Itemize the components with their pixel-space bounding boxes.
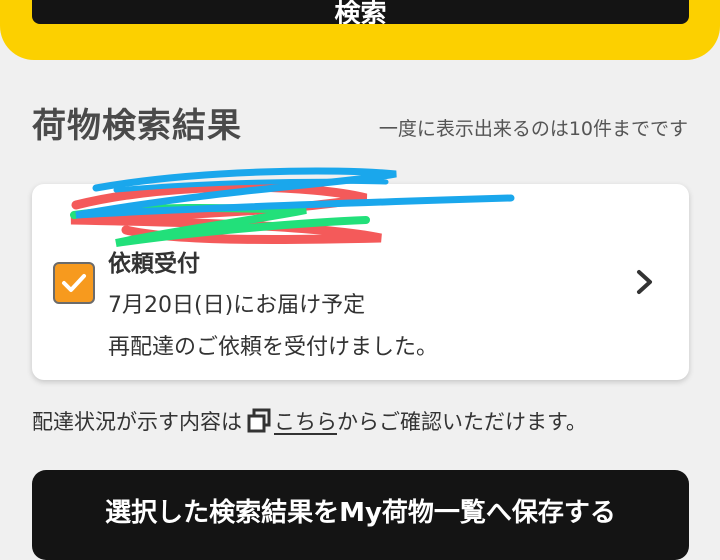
check-icon [62,274,86,292]
status-info-line: 配達状況が示す内容は こちら からご確認いただけます。 [32,406,587,436]
search-button[interactable]: 検索 [32,0,689,24]
chevron-right-icon[interactable] [634,268,656,296]
result-message: 再配達のご依頼を受付けました。 [108,335,439,360]
redaction-scribble [70,167,515,247]
save-to-my-parcels-button[interactable]: 選択した検索結果をMy荷物一覧へ保存する [32,470,689,560]
result-status: 依頼受付 [108,251,200,277]
search-button-label: 検索 [334,0,387,24]
result-delivery-date: 7月20日(日)にお届け予定 [108,293,366,318]
info-suffix: からご確認いただけます。 [337,410,587,434]
limit-note: 一度に表示出来るのは10件までです [378,118,688,140]
external-window-icon [247,408,271,433]
result-checkbox[interactable] [53,262,95,304]
info-prefix: 配達状況が示す内容は [32,410,242,434]
save-button-label: 選択した検索結果をMy荷物一覧へ保存する [105,498,616,528]
status-info-link[interactable]: こちら [274,406,337,436]
page-title: 荷物検索結果 [32,106,242,146]
